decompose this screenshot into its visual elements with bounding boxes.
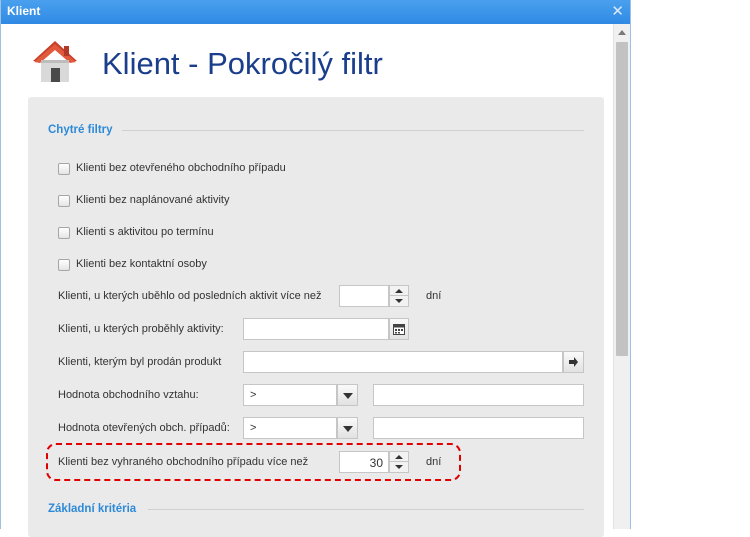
- sold-product-picker-button[interactable]: [563, 351, 584, 373]
- section-title-basic-criteria: Základní kritéria: [48, 503, 137, 515]
- checkbox-label[interactable]: Klienti bez otevřeného obchodního případ…: [76, 162, 286, 174]
- page-title: Klient - Pokročilý filtr: [102, 46, 383, 81]
- section-divider: [148, 509, 584, 510]
- checkbox-label[interactable]: Klienti bez kontaktní osoby: [76, 258, 207, 270]
- sold-product-label: Klienti, kterým byl prodán produkt: [58, 356, 222, 368]
- calendar-button[interactable]: [389, 318, 409, 340]
- highlight-annotation: [46, 443, 461, 481]
- activities-date-input[interactable]: [243, 318, 389, 340]
- checkbox[interactable]: [58, 163, 70, 175]
- open-cases-value-input[interactable]: [373, 417, 584, 439]
- window-titlebar[interactable]: Klient ✕: [1, 0, 630, 24]
- home-icon: [33, 41, 77, 82]
- activities-date-label: Klienti, u kterých proběhly aktivity:: [58, 323, 224, 335]
- relationship-operator-dropdown-button[interactable]: [337, 384, 358, 406]
- section-divider: [122, 130, 584, 131]
- since-last-activity-unit: dní: [426, 290, 442, 302]
- close-icon[interactable]: ✕: [611, 2, 624, 20]
- arrow-down-icon: [395, 299, 403, 303]
- open-cases-value-label: Hodnota otevřených obch. případů:: [58, 422, 230, 434]
- vertical-scrollbar[interactable]: [613, 24, 630, 529]
- open-cases-operator-value: >: [250, 422, 257, 434]
- section-title-smart-filters: Chytré filtry: [48, 124, 113, 136]
- scroll-up-arrow-icon[interactable]: [618, 30, 626, 35]
- arrow-up-icon: [395, 289, 403, 293]
- sold-product-input[interactable]: [243, 351, 563, 373]
- chevron-down-icon: [343, 426, 353, 432]
- checkbox-label[interactable]: Klienti bez naplánované aktivity: [76, 194, 229, 206]
- since-last-activity-spinner[interactable]: [389, 285, 409, 307]
- window-title: Klient: [7, 4, 41, 18]
- checkbox-label[interactable]: Klienti s aktivitou po termínu: [76, 226, 214, 238]
- since-last-activity-label: Klienti, u kterých uběhlo od posledních …: [58, 290, 322, 302]
- checkbox[interactable]: [58, 227, 70, 239]
- relationship-value-input[interactable]: [373, 384, 584, 406]
- spinner-up-button[interactable]: [390, 286, 408, 296]
- chevron-down-icon: [343, 393, 353, 399]
- client-filter-dialog: Klient ✕ Klient - Pokročilý filtr Chytré…: [0, 0, 631, 537]
- scrollbar-thumb[interactable]: [616, 42, 628, 356]
- open-cases-operator-dropdown-button[interactable]: [337, 417, 358, 439]
- relationship-operator-value: >: [250, 389, 257, 401]
- open-cases-operator-select[interactable]: >: [243, 417, 337, 439]
- relationship-value-label: Hodnota obchodního vztahu:: [58, 389, 199, 401]
- picker-arrow-icon: [569, 357, 578, 367]
- relationship-operator-select[interactable]: >: [243, 384, 337, 406]
- calendar-icon: [393, 324, 405, 335]
- spinner-down-button[interactable]: [390, 296, 408, 306]
- checkbox[interactable]: [58, 259, 70, 271]
- checkbox[interactable]: [58, 195, 70, 207]
- since-last-activity-input[interactable]: [339, 285, 389, 307]
